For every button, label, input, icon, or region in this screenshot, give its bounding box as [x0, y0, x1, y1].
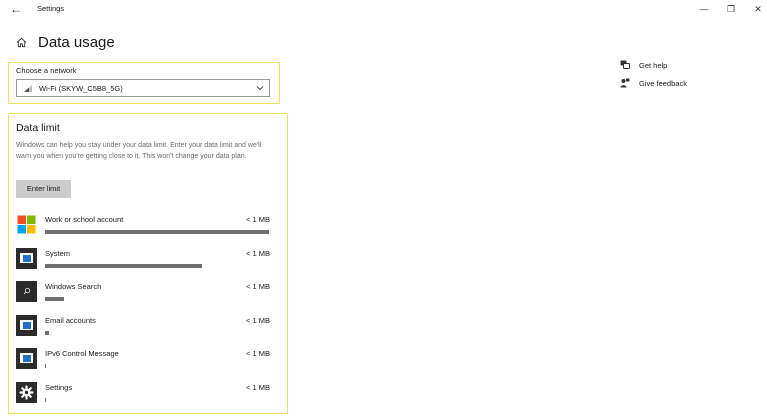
- chevron-down-icon: [256, 86, 264, 91]
- data-limit-description: Windows can help you stay under your dat…: [16, 142, 262, 160]
- usage-bar-track: [45, 264, 269, 268]
- app-usage-row: Work or school account < 1 MB: [16, 214, 270, 244]
- email-window-icon: [16, 315, 37, 336]
- app-usage-row: Settings < 1 MB: [16, 382, 270, 412]
- app-usage-value: < 1 MB: [246, 215, 270, 224]
- data-limit-section: Data limit Windows can help you stay und…: [8, 113, 288, 414]
- search-icon: [16, 281, 37, 302]
- wifi-icon: [24, 84, 32, 92]
- app-usage-value: < 1 MB: [246, 249, 270, 258]
- app-name: IPv6 Control Message: [45, 349, 119, 358]
- network-label: Choose a network: [16, 66, 77, 75]
- app-name: Work or school account: [45, 215, 124, 224]
- close-button[interactable]: ✕: [752, 3, 764, 15]
- window-title: Settings: [37, 4, 65, 13]
- app-name: Email accounts: [45, 316, 96, 325]
- windows-logo-icon: [17, 215, 36, 234]
- ipv6-window-icon: [16, 348, 37, 369]
- app-name: Windows Search: [45, 282, 102, 291]
- usage-bar: [45, 398, 46, 402]
- data-limit-title: Data limit: [16, 122, 60, 134]
- minimize-button[interactable]: —: [698, 3, 710, 15]
- title-bar: ← Settings — ❐ ✕: [0, 0, 767, 18]
- network-selected-value: Wi-Fi (SKYW_C5B8_5G): [39, 83, 123, 93]
- usage-bar-track: [45, 297, 269, 301]
- usage-bar: [45, 230, 269, 234]
- app-usage-row: Email accounts < 1 MB: [16, 315, 270, 345]
- app-name: Settings: [45, 383, 73, 392]
- gear-icon: [16, 382, 37, 403]
- app-usage-value: < 1 MB: [246, 349, 270, 358]
- system-window-icon: [16, 248, 37, 269]
- page-header: Data usage: [16, 32, 115, 52]
- usage-bar: [45, 297, 64, 301]
- get-help-label: Get help: [639, 60, 668, 70]
- usage-bar-track: [45, 331, 269, 335]
- usage-bar: [45, 331, 49, 335]
- usage-bar-track: [45, 364, 269, 368]
- back-button[interactable]: ←: [9, 2, 23, 16]
- enter-limit-button[interactable]: Enter limit: [16, 180, 71, 198]
- usage-bar: [45, 364, 46, 368]
- usage-bar-track: [45, 398, 269, 402]
- give-feedback-link[interactable]: Give feedback: [620, 78, 687, 88]
- app-usage-value: < 1 MB: [246, 282, 270, 291]
- maximize-button[interactable]: ❐: [725, 3, 737, 15]
- network-dropdown[interactable]: Wi-Fi (SKYW_C5B8_5G): [16, 79, 270, 97]
- get-help-link[interactable]: Get help: [620, 60, 667, 70]
- give-feedback-label: Give feedback: [639, 78, 687, 88]
- app-usage-row: Windows Search < 1 MB: [16, 281, 270, 311]
- network-section: Choose a network Wi-Fi (SKYW_C5B8_5G): [8, 62, 280, 104]
- page-title: Data usage: [38, 33, 115, 51]
- home-icon[interactable]: [16, 37, 27, 48]
- usage-bar: [45, 264, 202, 268]
- app-usage-row: IPv6 Control Message < 1 MB: [16, 348, 270, 378]
- app-usage-value: < 1 MB: [246, 316, 270, 325]
- feedback-person-icon: [620, 78, 630, 88]
- chat-help-icon: [620, 60, 630, 69]
- app-usage-row: System < 1 MB: [16, 248, 270, 278]
- app-usage-value: < 1 MB: [246, 383, 270, 392]
- usage-bar-track: [45, 230, 269, 234]
- app-name: System: [45, 249, 71, 258]
